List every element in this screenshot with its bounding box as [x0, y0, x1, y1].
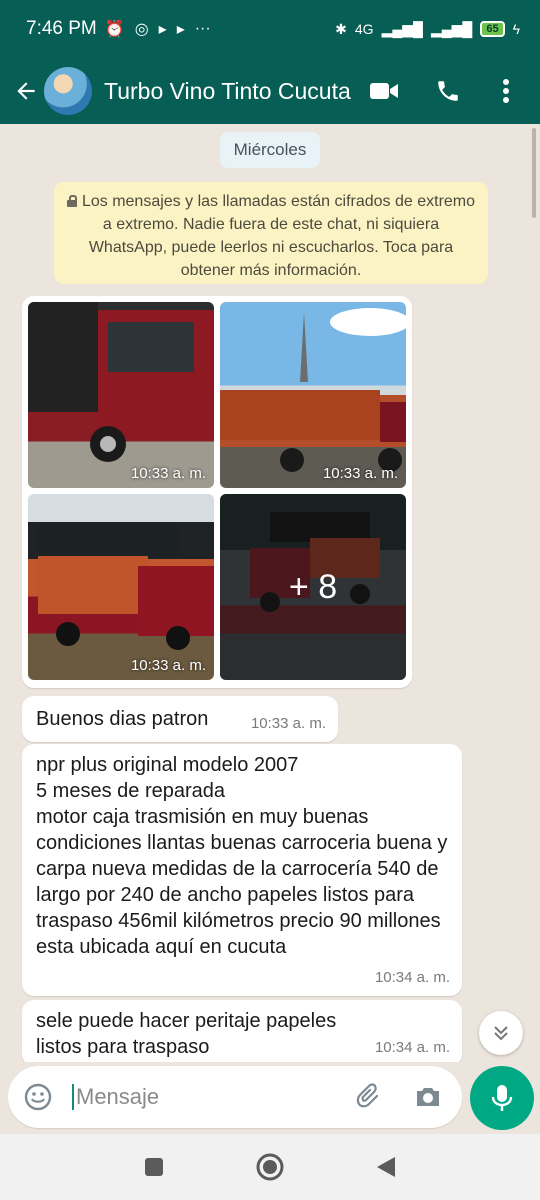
recents-icon	[145, 1158, 163, 1176]
message-input[interactable]	[72, 1084, 342, 1110]
system-back-button[interactable]	[356, 1137, 416, 1197]
more-photos-thumbnail[interactable]: + 8	[220, 494, 406, 680]
emoji-button[interactable]	[18, 1077, 58, 1117]
home-icon	[256, 1153, 284, 1181]
message-text: sele puede hacer peritaje papeles listos…	[36, 1010, 337, 1058]
video-call-button[interactable]	[362, 69, 406, 113]
play-notification-icon: ▸	[158, 21, 167, 38]
more-vert-icon	[503, 79, 509, 103]
double-chevron-down-icon	[494, 1026, 508, 1041]
attach-button[interactable]	[350, 1077, 390, 1117]
video-call-icon	[370, 83, 398, 99]
bluetooth-icon: ✱	[335, 20, 347, 37]
photo-album-message[interactable]: 10:33 a. m. 10:33 a. m. 10:33 a. m. + 8	[22, 296, 412, 688]
status-time: 7:46 PM	[26, 18, 97, 39]
camera-icon	[417, 1088, 439, 1106]
message-text: npr plus original modelo 2007 5 meses de…	[36, 754, 448, 958]
alarm-icon: ⏰	[104, 21, 125, 38]
message-text: Buenos dias patron	[36, 708, 209, 730]
mic-icon	[491, 1085, 513, 1111]
lock-icon	[66, 195, 77, 207]
phone-icon	[438, 81, 458, 101]
truck-photo-image	[28, 302, 214, 462]
chat-area[interactable]: Miércoles Los mensajes y las llamadas es…	[0, 124, 540, 1062]
more-options-button[interactable]	[484, 69, 528, 113]
photo-thumbnail[interactable]: 10:33 a. m.	[220, 302, 406, 488]
chat-scrollbar[interactable]	[532, 128, 536, 218]
emoji-icon	[24, 1083, 52, 1111]
truck-photo-image	[220, 308, 406, 472]
signal-icon-2: ▂▄▆█	[430, 20, 473, 37]
status-bar: 7:46 PM ⏰ ◎ ▸ ▸ ··· ✱ 4G ▂▄▆█ ▂▄▆█ 65 ϟ	[0, 0, 540, 58]
system-nav-bar	[0, 1134, 540, 1200]
photo-thumbnail[interactable]: 10:33 a. m.	[28, 494, 214, 680]
composer-bar	[0, 1062, 540, 1134]
more-photos-count: + 8	[220, 494, 406, 680]
play-notification-icon-2: ▸	[176, 21, 185, 38]
message-time: 10:34 a. m.	[374, 1039, 450, 1056]
encryption-notice-text: Los mensajes y las llamadas están cifrad…	[81, 193, 476, 279]
more-notifications-icon: ···	[194, 20, 211, 37]
battery-icon: 65	[480, 21, 505, 37]
message-composer	[8, 1066, 462, 1128]
photo-thumbnail[interactable]: 10:33 a. m.	[28, 302, 214, 488]
encryption-notice[interactable]: Los mensajes y las llamadas están cifrad…	[54, 182, 488, 284]
voice-call-button[interactable]	[426, 69, 470, 113]
voice-message-button[interactable]	[470, 1066, 534, 1130]
message-bubble[interactable]: sele puede hacer peritaje papeles listos…	[22, 1000, 462, 1062]
camera-button[interactable]	[408, 1077, 448, 1117]
back-button[interactable]	[6, 71, 46, 111]
photo-time: 10:33 a. m.	[322, 465, 398, 482]
photo-grid: 10:33 a. m. 10:33 a. m. 10:33 a. m. + 8	[28, 302, 406, 680]
recents-button[interactable]	[124, 1137, 184, 1197]
contact-name[interactable]: Turbo Vino Tinto Cucuta	[104, 78, 356, 105]
back-icon	[377, 1157, 395, 1177]
charging-icon: ϟ	[512, 21, 520, 37]
chat-header: Turbo Vino Tinto Cucuta	[0, 58, 540, 124]
contact-avatar[interactable]	[44, 67, 92, 115]
network-label: 4G	[354, 21, 374, 37]
home-button[interactable]	[240, 1137, 300, 1197]
whatsapp-notification-icon: ◎	[134, 21, 149, 38]
signal-icon: ▂▄▆█	[381, 20, 423, 37]
photo-time: 10:33 a. m.	[130, 465, 206, 482]
scroll-to-bottom-button[interactable]	[479, 1011, 523, 1055]
truck-photo-image	[38, 522, 214, 650]
status-right: ✱ 4G ▂▄▆█ ▂▄▆█ 65 ϟ	[335, 21, 520, 38]
attach-icon	[356, 1083, 379, 1108]
message-time: 10:34 a. m.	[374, 969, 450, 986]
message-bubble[interactable]: Buenos dias patron 10:33 a. m.	[22, 696, 338, 742]
date-chip: Miércoles	[220, 132, 320, 168]
photo-time: 10:33 a. m.	[130, 657, 206, 674]
back-arrow-icon	[17, 82, 35, 100]
message-bubble[interactable]: npr plus original modelo 2007 5 meses de…	[22, 744, 462, 996]
message-time: 10:33 a. m.	[250, 715, 326, 732]
